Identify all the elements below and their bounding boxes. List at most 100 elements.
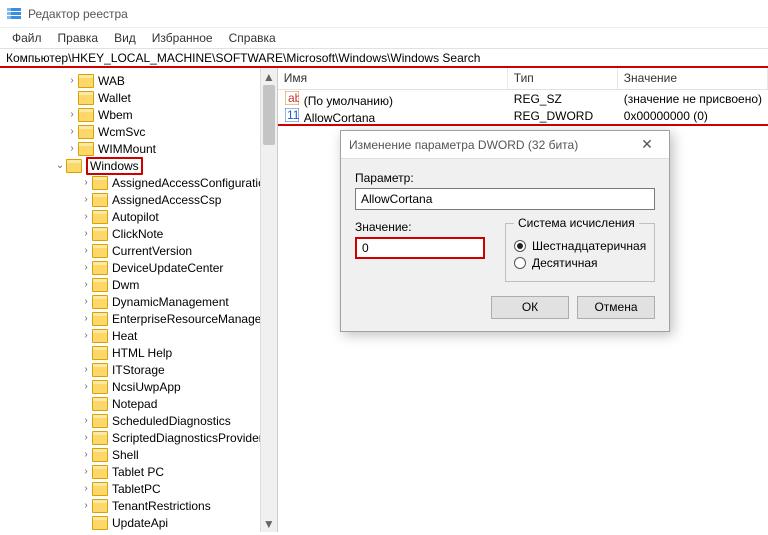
col-type[interactable]: Тип	[508, 68, 618, 89]
address-bar[interactable]: Компьютер\HKEY_LOCAL_MACHINE\SOFTWARE\Mi…	[0, 48, 768, 68]
window-titlebar: Редактор реестра	[0, 0, 768, 28]
scroll-thumb[interactable]	[263, 85, 275, 145]
dialog-titlebar[interactable]: Изменение параметра DWORD (32 бита) ✕	[341, 131, 669, 159]
chevron-right-icon[interactable]: ›	[66, 109, 78, 120]
list-body: ab(По умолчанию)REG_SZ(значение не присв…	[278, 90, 768, 126]
chevron-right-icon[interactable]: ›	[66, 126, 78, 137]
col-name[interactable]: Имя	[278, 68, 508, 89]
tree-item[interactable]: › ScheduledDiagnostics	[0, 412, 277, 429]
folder-icon	[92, 227, 108, 241]
tree-item[interactable]: ›WcmSvc	[0, 123, 277, 140]
chevron-right-icon[interactable]: ›	[80, 500, 92, 511]
chevron-right-icon[interactable]: ›	[80, 313, 92, 324]
chevron-right-icon[interactable]: ›	[80, 330, 92, 341]
tree-item[interactable]: HTML Help	[0, 344, 277, 361]
folder-icon	[78, 142, 94, 156]
scroll-down-icon[interactable]: ▼	[261, 515, 277, 532]
chevron-right-icon[interactable]: ›	[80, 194, 92, 205]
chevron-right-icon[interactable]: ›	[80, 245, 92, 256]
radix-dec[interactable]: Десятичная	[514, 256, 646, 270]
param-name-field[interactable]	[355, 188, 655, 210]
tree-item[interactable]: ›Wbem	[0, 106, 277, 123]
menu-file[interactable]: Файл	[4, 29, 50, 47]
tree-item[interactable]: › TabletPC	[0, 480, 277, 497]
tree-item[interactable]: Notepad	[0, 395, 277, 412]
folder-icon	[92, 346, 108, 360]
tree-scrollbar[interactable]: ▲ ▼	[260, 68, 277, 532]
chevron-right-icon[interactable]: ›	[80, 228, 92, 239]
tree-item-label: TenantRestrictions	[112, 499, 211, 513]
folder-icon	[78, 125, 94, 139]
tree-item[interactable]: › DeviceUpdateCenter	[0, 259, 277, 276]
radix-hex[interactable]: Шестнадцатеричная	[514, 239, 646, 253]
string-value-icon: ab	[284, 90, 300, 106]
chevron-right-icon[interactable]: ›	[80, 466, 92, 477]
menu-bar: Файл Правка Вид Избранное Справка	[0, 28, 768, 48]
tree-item[interactable]: ›AssignedAccessCsp	[0, 191, 277, 208]
tree-item[interactable]: › NcsiUwpApp	[0, 378, 277, 395]
dialog-title: Изменение параметра DWORD (32 бита)	[349, 138, 578, 152]
tree-item[interactable]: ›EnterpriseResourceManager	[0, 310, 277, 327]
chevron-right-icon[interactable]: ›	[80, 432, 92, 443]
tree-item[interactable]: UpdateApi	[0, 514, 277, 531]
list-row[interactable]: 110AllowCortanaREG_DWORD0x00000000 (0)	[278, 108, 768, 126]
chevron-right-icon[interactable]: ›	[80, 296, 92, 307]
tree-item-label: TabletPC	[112, 482, 161, 496]
tree-item-label: ScheduledDiagnostics	[112, 414, 231, 428]
chevron-down-icon[interactable]: ⌄	[54, 160, 66, 171]
folder-icon	[92, 465, 108, 479]
tree-item[interactable]: › AssignedAccessConfiguration	[0, 174, 277, 191]
chevron-right-icon[interactable]: ›	[80, 364, 92, 375]
tree-item-label: Notepad	[112, 397, 157, 411]
tree-item[interactable]: ›Autopilot	[0, 208, 277, 225]
ok-button[interactable]: ОК	[491, 296, 569, 319]
chevron-right-icon[interactable]: ›	[80, 262, 92, 273]
tree-item-label: Tablet PC	[112, 465, 164, 479]
menu-help[interactable]: Справка	[221, 29, 284, 47]
tree-item-label: DeviceUpdateCenter	[112, 261, 223, 275]
col-value[interactable]: Значение	[618, 68, 768, 89]
tree-item[interactable]: Wallet	[0, 89, 277, 106]
tree-item-label: Dwm	[112, 278, 139, 292]
close-icon[interactable]: ✕	[633, 136, 661, 153]
chevron-right-icon[interactable]: ›	[80, 279, 92, 290]
tree-item[interactable]: › TenantRestrictions	[0, 497, 277, 514]
cancel-button[interactable]: Отмена	[577, 296, 655, 319]
tree-item[interactable]: › Dwm	[0, 276, 277, 293]
chevron-right-icon[interactable]: ›	[80, 177, 92, 188]
menu-edit[interactable]: Правка	[50, 29, 107, 47]
tree-item-label: NcsiUwpApp	[112, 380, 181, 394]
tree-item[interactable]: › Tablet PC	[0, 463, 277, 480]
list-row[interactable]: ab(По умолчанию)REG_SZ(значение не присв…	[278, 90, 768, 108]
chevron-right-icon[interactable]: ›	[80, 483, 92, 494]
menu-view[interactable]: Вид	[106, 29, 144, 47]
scroll-up-icon[interactable]: ▲	[261, 68, 277, 85]
regedit-icon	[6, 6, 22, 22]
folder-icon	[92, 261, 108, 275]
folder-icon	[92, 295, 108, 309]
registry-tree[interactable]: ›WABWallet›Wbem›WcmSvc›WIMMount⌄Windows›…	[0, 68, 277, 532]
tree-item[interactable]: ›CurrentVersion	[0, 242, 277, 259]
chevron-right-icon[interactable]: ›	[80, 211, 92, 222]
chevron-right-icon[interactable]: ›	[80, 415, 92, 426]
tree-item-label: AssignedAccessConfiguration	[112, 176, 271, 190]
tree-item[interactable]: ›DynamicManagement	[0, 293, 277, 310]
tree-item[interactable]: ›Shell	[0, 446, 277, 463]
folder-icon	[66, 159, 82, 173]
tree-item[interactable]: ›WAB	[0, 72, 277, 89]
tree-item[interactable]: ›ClickNote	[0, 225, 277, 242]
chevron-right-icon[interactable]: ›	[80, 449, 92, 460]
menu-favorites[interactable]: Избранное	[144, 29, 221, 47]
tree-item[interactable]: ›Heat	[0, 327, 277, 344]
tree-item[interactable]: ›ScriptedDiagnosticsProvider	[0, 429, 277, 446]
folder-icon	[92, 397, 108, 411]
chevron-right-icon[interactable]: ›	[66, 75, 78, 86]
tree-item[interactable]: ⌄Windows	[0, 157, 277, 174]
chevron-right-icon[interactable]: ›	[66, 143, 78, 154]
value-field[interactable]	[355, 237, 485, 259]
tree-item[interactable]: ›WIMMount	[0, 140, 277, 157]
tree-item[interactable]: ›Windows Error Reporting	[0, 531, 277, 532]
edit-dword-dialog: Изменение параметра DWORD (32 бита) ✕ Па…	[340, 130, 670, 332]
chevron-right-icon[interactable]: ›	[80, 381, 92, 392]
tree-item[interactable]: ›ITStorage	[0, 361, 277, 378]
